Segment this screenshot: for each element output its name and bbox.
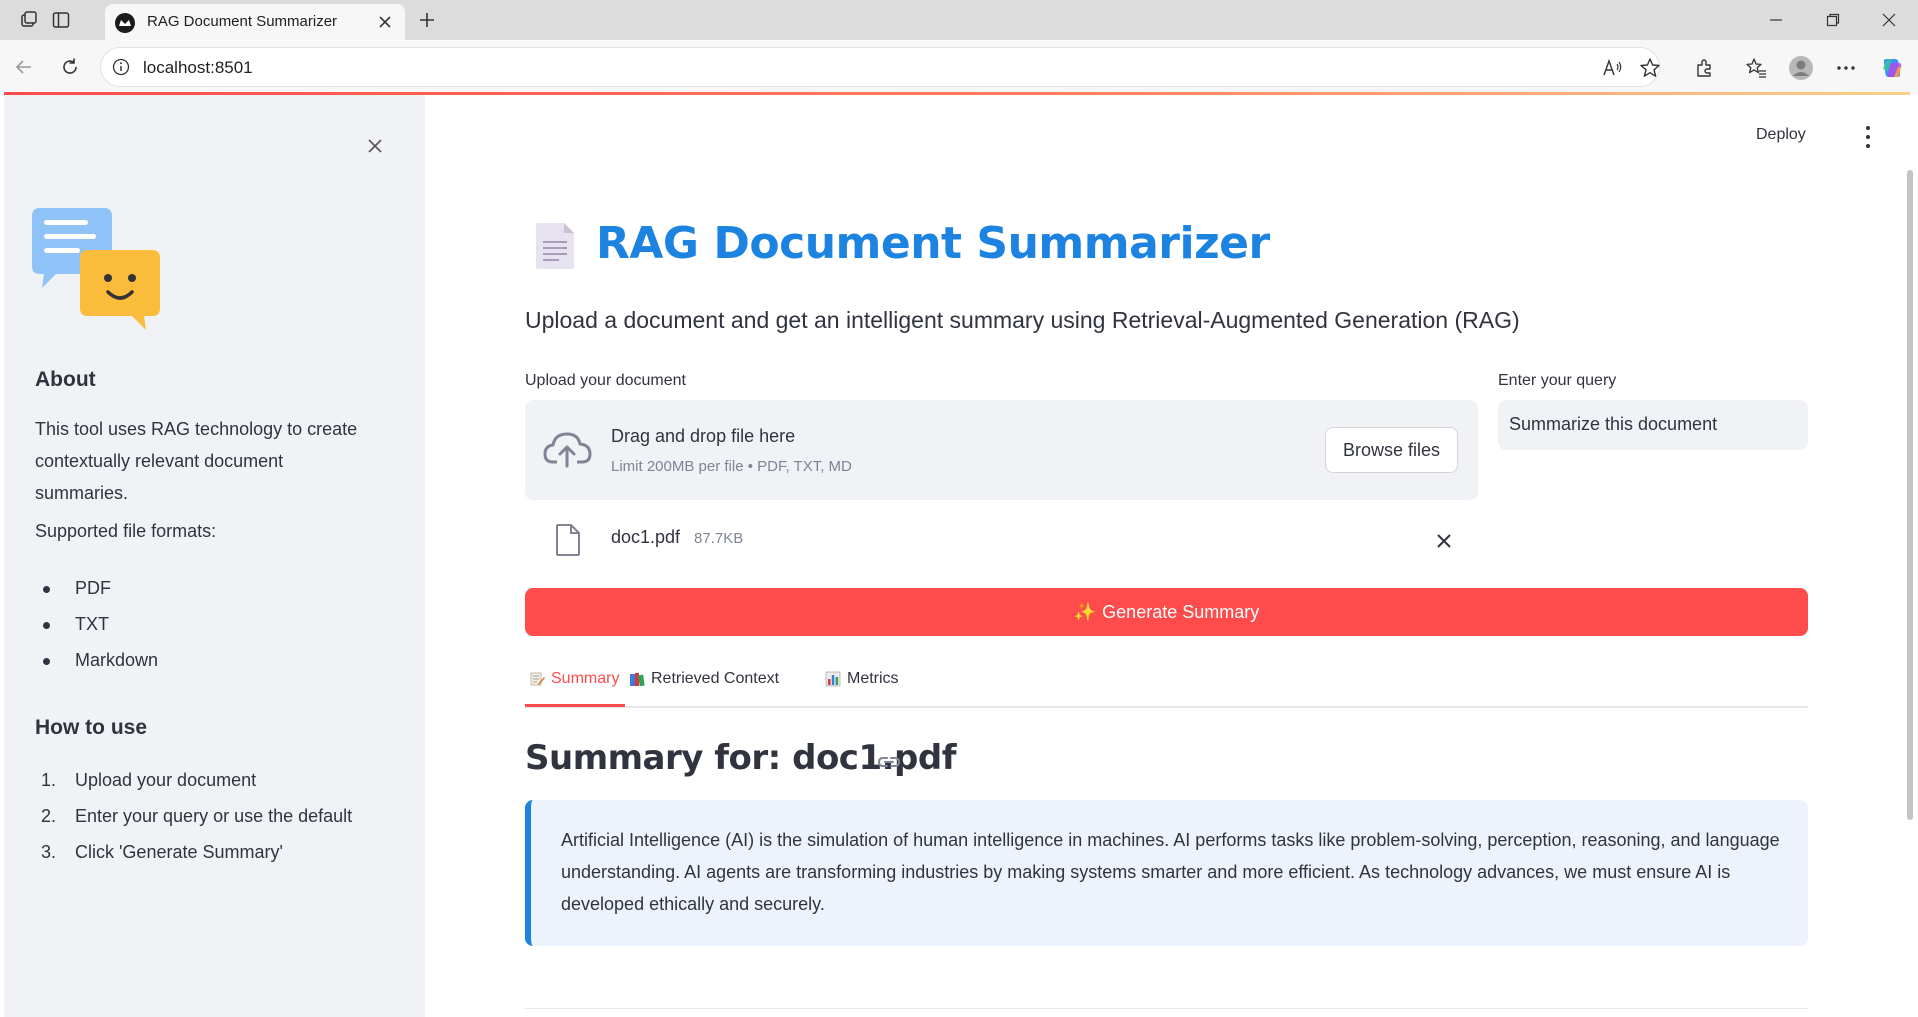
query-label: Enter your query	[1498, 372, 1617, 389]
workspaces-icon[interactable]	[17, 8, 43, 32]
active-tab-indicator	[525, 704, 625, 707]
site-info-icon[interactable]	[111, 57, 131, 77]
tab-summary[interactable]: Summary	[529, 670, 619, 688]
generate-summary-button[interactable]: ✨ Generate Summary	[525, 588, 1808, 636]
about-text: This tool uses RAG technology to create …	[35, 419, 358, 503]
upload-label: Upload your document	[525, 372, 686, 389]
copilot-icon[interactable]	[1878, 54, 1906, 82]
file-icon	[555, 524, 581, 556]
tab-metrics[interactable]: Metrics	[825, 670, 899, 688]
remove-file-icon[interactable]	[1430, 527, 1458, 555]
address-bar[interactable]: localhost:8501	[100, 47, 1660, 87]
uploaded-file-name: doc1.pdf	[611, 527, 681, 547]
cloud-upload-icon	[543, 430, 593, 470]
sidebar: About This tool uses RAG technology to c…	[4, 95, 425, 1017]
collapse-sidebar-icon[interactable]	[360, 131, 390, 161]
back-icon[interactable]	[10, 53, 38, 81]
books-icon	[630, 673, 645, 687]
extensions-icon[interactable]	[1691, 54, 1719, 82]
page-subtitle: Upload a document and get an intelligent…	[525, 307, 1520, 333]
tab-retrieved-context[interactable]: Retrieved Context	[629, 670, 779, 688]
minimize-icon[interactable]	[1753, 6, 1799, 34]
formats-label: Supported file formats:	[35, 521, 217, 541]
deploy-button[interactable]: Deploy	[1756, 126, 1806, 144]
dropzone-title: Drag and drop file here	[611, 426, 796, 446]
dropzone-limit: Limit 200MB per file • PDF, TXT, MD	[611, 458, 852, 475]
page-facing-up-icon	[534, 221, 578, 271]
about-heading: About	[35, 368, 96, 391]
anchor-link-icon[interactable]	[876, 750, 902, 774]
scrollbar[interactable]	[1907, 170, 1913, 820]
tab-actions-icon[interactable]	[48, 8, 74, 32]
browse-files-button[interactable]: Browse files	[1325, 427, 1458, 473]
streamlit-favicon-icon	[115, 13, 135, 33]
divider	[525, 1008, 1808, 1009]
memo-icon	[530, 672, 545, 686]
query-value: Summarize this document	[1509, 414, 1718, 434]
summary-info-box: Artificial Intelligence (AI) is the simu…	[525, 800, 1808, 946]
bar-chart-icon	[825, 671, 841, 687]
file-dropzone[interactable]: Drag and drop file here Limit 200MB per …	[525, 400, 1478, 500]
uploaded-file-size: 87.7KB	[694, 530, 744, 547]
favorite-star-icon[interactable]	[1638, 56, 1662, 80]
close-tab-icon[interactable]	[373, 10, 397, 34]
browser-tab-bar: RAG Document Summarizer	[0, 0, 1918, 40]
browser-tab-active[interactable]: RAG Document Summarizer	[105, 4, 405, 40]
new-tab-icon[interactable]	[414, 8, 440, 32]
howto-heading: How to use	[35, 716, 148, 739]
refresh-icon[interactable]	[56, 53, 84, 81]
page-title: RAG Document Summarizer	[596, 218, 1270, 269]
result-tabs: Summary Retrieved Context Metrics	[525, 662, 1808, 708]
close-window-icon[interactable]	[1866, 6, 1912, 34]
read-aloud-icon[interactable]	[1601, 56, 1625, 80]
tab-title: RAG Document Summarizer	[147, 13, 338, 30]
query-input[interactable]: Summarize this document	[1498, 400, 1808, 450]
generate-summary-label: Generate Summary	[1102, 601, 1260, 622]
favorites-icon[interactable]	[1742, 54, 1770, 82]
chat-bubbles-logo-icon	[32, 208, 168, 330]
profile-icon[interactable]	[1787, 54, 1815, 82]
browser-toolbar: localhost:8501	[0, 40, 1918, 94]
sparkles-icon: ✨	[1073, 601, 1097, 622]
summary-text: Artificial Intelligence (AI) is the simu…	[561, 830, 1780, 914]
url-text: localhost:8501	[143, 58, 253, 77]
restore-icon[interactable]	[1810, 6, 1856, 34]
more-icon[interactable]	[1832, 54, 1860, 82]
main-menu-icon[interactable]	[1860, 124, 1876, 150]
